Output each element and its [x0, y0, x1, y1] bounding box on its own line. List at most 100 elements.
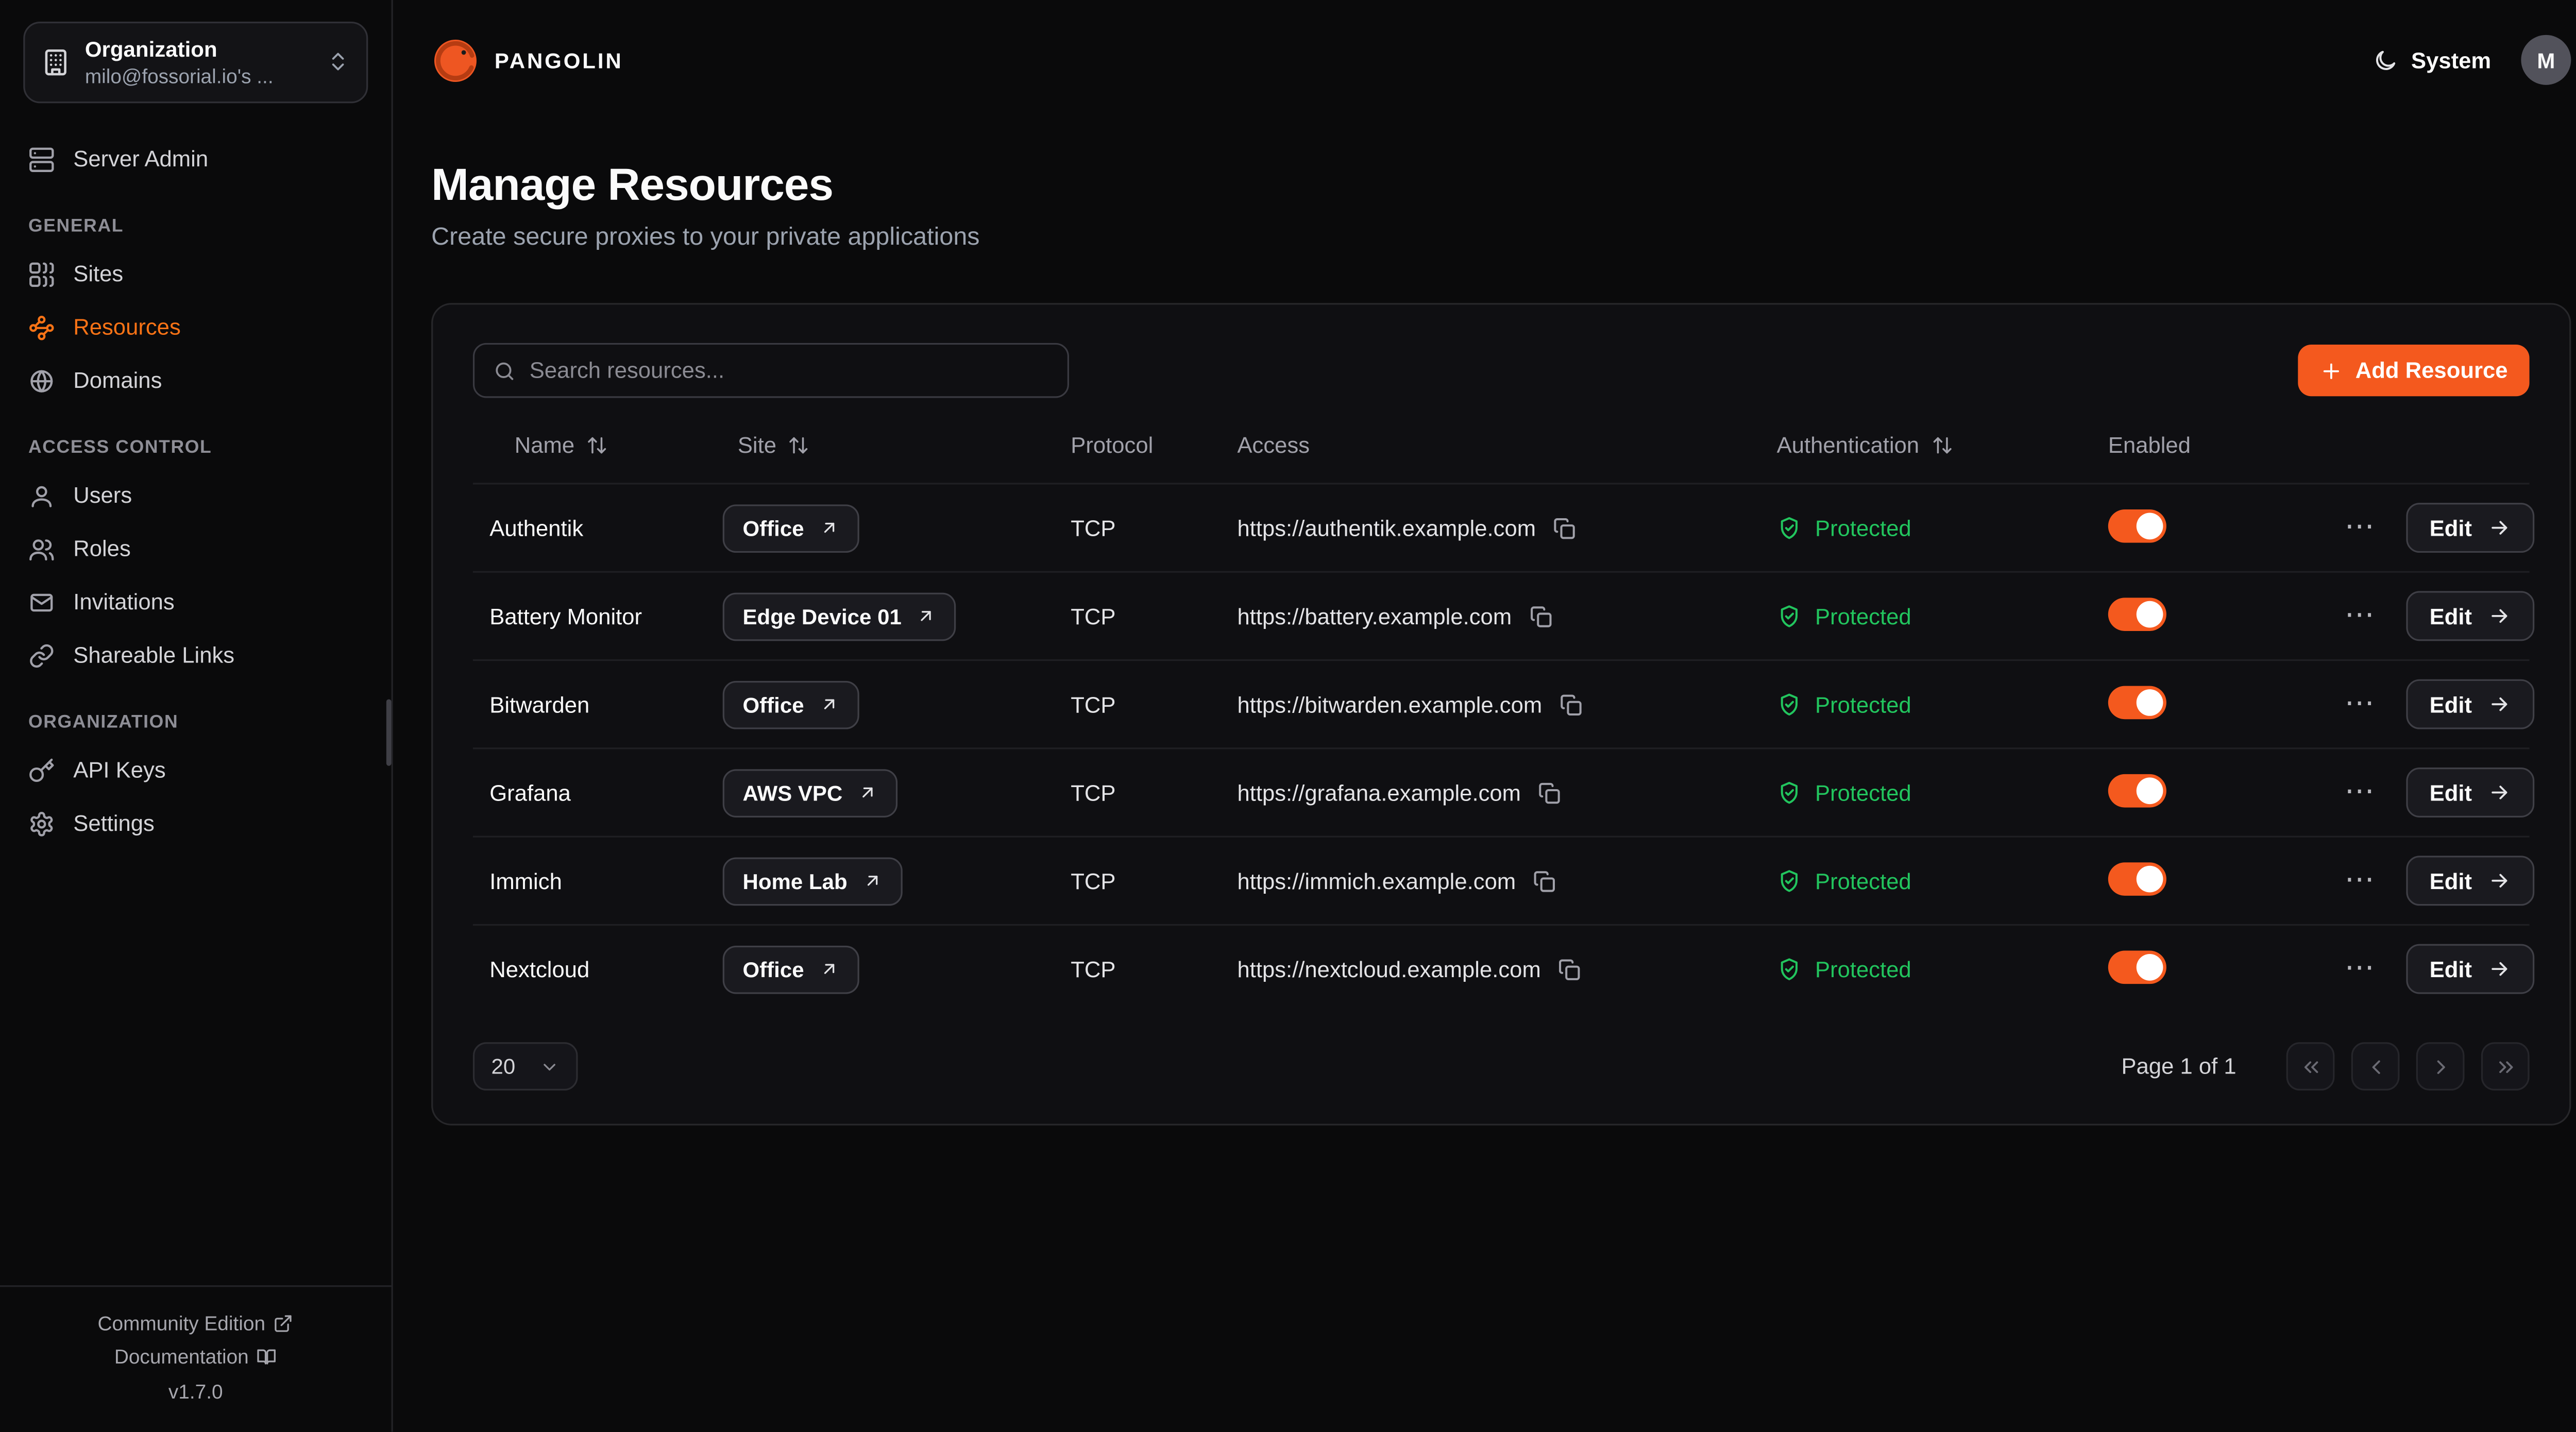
- enabled-toggle[interactable]: [2108, 597, 2166, 630]
- arrow-right-icon: [2487, 604, 2510, 627]
- pangolin-logo-icon: [431, 36, 480, 84]
- sidebar-item-invitations[interactable]: Invitations: [0, 576, 392, 629]
- theme-toggle[interactable]: System: [2373, 47, 2492, 72]
- previous-page-button[interactable]: [2351, 1042, 2400, 1090]
- auth-status: Protected: [1815, 604, 1911, 628]
- edit-label: Edit: [2430, 604, 2472, 628]
- book-icon: [257, 1347, 277, 1367]
- site-link-button[interactable]: Home Lab: [723, 857, 903, 905]
- enabled-toggle[interactable]: [2108, 862, 2166, 895]
- sidebar-item-users[interactable]: Users: [0, 469, 392, 522]
- sidebar-item-domains[interactable]: Domains: [0, 354, 392, 407]
- key-icon: [28, 757, 55, 784]
- site-link-button[interactable]: Edge Device 01: [723, 592, 957, 640]
- auth-status: Protected: [1815, 692, 1911, 717]
- edit-button[interactable]: Edit: [2406, 768, 2533, 817]
- column-header-site[interactable]: Site: [723, 433, 1071, 457]
- enabled-toggle[interactable]: [2108, 508, 2166, 542]
- sidebar-item-roles[interactable]: Roles: [0, 523, 392, 576]
- moon-icon: [2373, 47, 2398, 72]
- add-resource-label: Add Resource: [2355, 358, 2508, 383]
- edit-label: Edit: [2430, 868, 2472, 893]
- row-menu-button[interactable]: ⋯: [2338, 951, 2381, 987]
- access-url: https://nextcloud.example.com: [1237, 957, 1540, 981]
- copy-icon[interactable]: [1533, 868, 1557, 893]
- external-arrow-icon: [917, 606, 937, 626]
- enabled-toggle[interactable]: [2108, 685, 2166, 719]
- access-url: https://bitwarden.example.com: [1237, 692, 1542, 717]
- toggle-knob: [2137, 777, 2163, 804]
- sidebar-nav: Server Admin GENERAL Sites Resources Dom…: [0, 133, 392, 850]
- org-title: Organization: [85, 37, 312, 65]
- access-url: https://grafana.example.com: [1237, 780, 1521, 805]
- sidebar-item-label: Users: [73, 484, 132, 508]
- row-menu-button[interactable]: ⋯: [2338, 509, 2381, 546]
- row-menu-button[interactable]: ⋯: [2338, 774, 2381, 811]
- copy-icon[interactable]: [1529, 604, 1553, 628]
- copy-icon[interactable]: [1557, 957, 1582, 981]
- add-resource-button[interactable]: Add Resource: [2299, 345, 2530, 396]
- documentation-link[interactable]: Documentation: [16, 1340, 375, 1374]
- globe-icon: [28, 368, 55, 395]
- sidebar-item-shareable-links[interactable]: Shareable Links: [0, 629, 392, 682]
- table-row: Battery Monitor Edge Device 01 TCP https…: [473, 571, 2530, 659]
- sidebar-item-sites[interactable]: Sites: [0, 248, 392, 301]
- site-name: Office: [743, 957, 804, 981]
- sidebar-item-api-keys[interactable]: API Keys: [0, 744, 392, 797]
- enabled-toggle[interactable]: [2108, 950, 2166, 983]
- enabled-toggle[interactable]: [2108, 773, 2166, 807]
- sidebar-item-server-admin[interactable]: Server Admin: [0, 133, 392, 186]
- sidebar-item-resources[interactable]: Resources: [0, 301, 392, 354]
- edit-button[interactable]: Edit: [2406, 944, 2533, 994]
- protocol: TCP: [1071, 515, 1237, 540]
- copy-icon[interactable]: [1537, 780, 1562, 805]
- edit-button[interactable]: Edit: [2406, 503, 2533, 553]
- protocol: TCP: [1071, 957, 1237, 981]
- sidebar-item-label: Roles: [73, 537, 131, 561]
- site-link-button[interactable]: Office: [723, 504, 859, 552]
- row-menu-button[interactable]: ⋯: [2338, 686, 2381, 723]
- auth-status: Protected: [1815, 780, 1911, 805]
- column-header-enabled: Enabled: [2108, 433, 2338, 457]
- protocol: TCP: [1071, 868, 1237, 893]
- sidebar-scrollbar-thumb[interactable]: [386, 699, 392, 765]
- topbar-right: System M: [2373, 35, 2571, 85]
- page-size-value: 20: [491, 1054, 515, 1079]
- copy-icon[interactable]: [1559, 692, 1584, 717]
- chevron-left-icon: [2364, 1055, 2387, 1078]
- search-input[interactable]: [530, 358, 1049, 383]
- edit-button[interactable]: Edit: [2406, 591, 2533, 641]
- site-link-button[interactable]: Office: [723, 945, 859, 993]
- page-size-select[interactable]: 20: [473, 1042, 578, 1090]
- avatar[interactable]: M: [2521, 35, 2571, 85]
- resources-icon: [28, 315, 55, 342]
- site-link-button[interactable]: AWS VPC: [723, 769, 897, 817]
- row-menu-button[interactable]: ⋯: [2338, 598, 2381, 634]
- resource-name: Nextcloud: [473, 957, 723, 981]
- gear-icon: [28, 811, 55, 838]
- sidebar-item-settings[interactable]: Settings: [0, 797, 392, 850]
- first-page-button[interactable]: [2286, 1042, 2335, 1090]
- auth-status: Protected: [1815, 957, 1911, 981]
- copy-icon[interactable]: [1552, 515, 1577, 540]
- content: Manage Resources Create secure proxies t…: [393, 120, 2576, 1126]
- edit-button[interactable]: Edit: [2406, 856, 2533, 906]
- table-row: Grafana AWS VPC TCP https://grafana.exam…: [473, 747, 2530, 836]
- next-page-button[interactable]: [2416, 1042, 2465, 1090]
- topbar: PANGOLIN System M: [393, 0, 2576, 120]
- column-header-authentication[interactable]: Authentication: [1777, 433, 2108, 457]
- sidebar-item-label: Sites: [73, 262, 123, 287]
- site-link-button[interactable]: Office: [723, 680, 859, 728]
- org-switcher[interactable]: Organization milo@fossorial.io's ...: [23, 22, 368, 103]
- resources-table: Name Site Protocol Access: [473, 426, 2530, 1012]
- external-arrow-icon: [857, 782, 877, 803]
- sidebar-item-label: Shareable Links: [73, 643, 234, 668]
- edit-button[interactable]: Edit: [2406, 679, 2533, 729]
- community-edition-link[interactable]: Community Edition: [16, 1307, 375, 1340]
- row-menu-button[interactable]: ⋯: [2338, 862, 2381, 899]
- version-label: v1.7.0: [16, 1373, 375, 1408]
- brand: PANGOLIN: [431, 36, 623, 84]
- column-header-name[interactable]: Name: [473, 433, 723, 457]
- last-page-button[interactable]: [2481, 1042, 2530, 1090]
- edit-label: Edit: [2430, 692, 2472, 717]
